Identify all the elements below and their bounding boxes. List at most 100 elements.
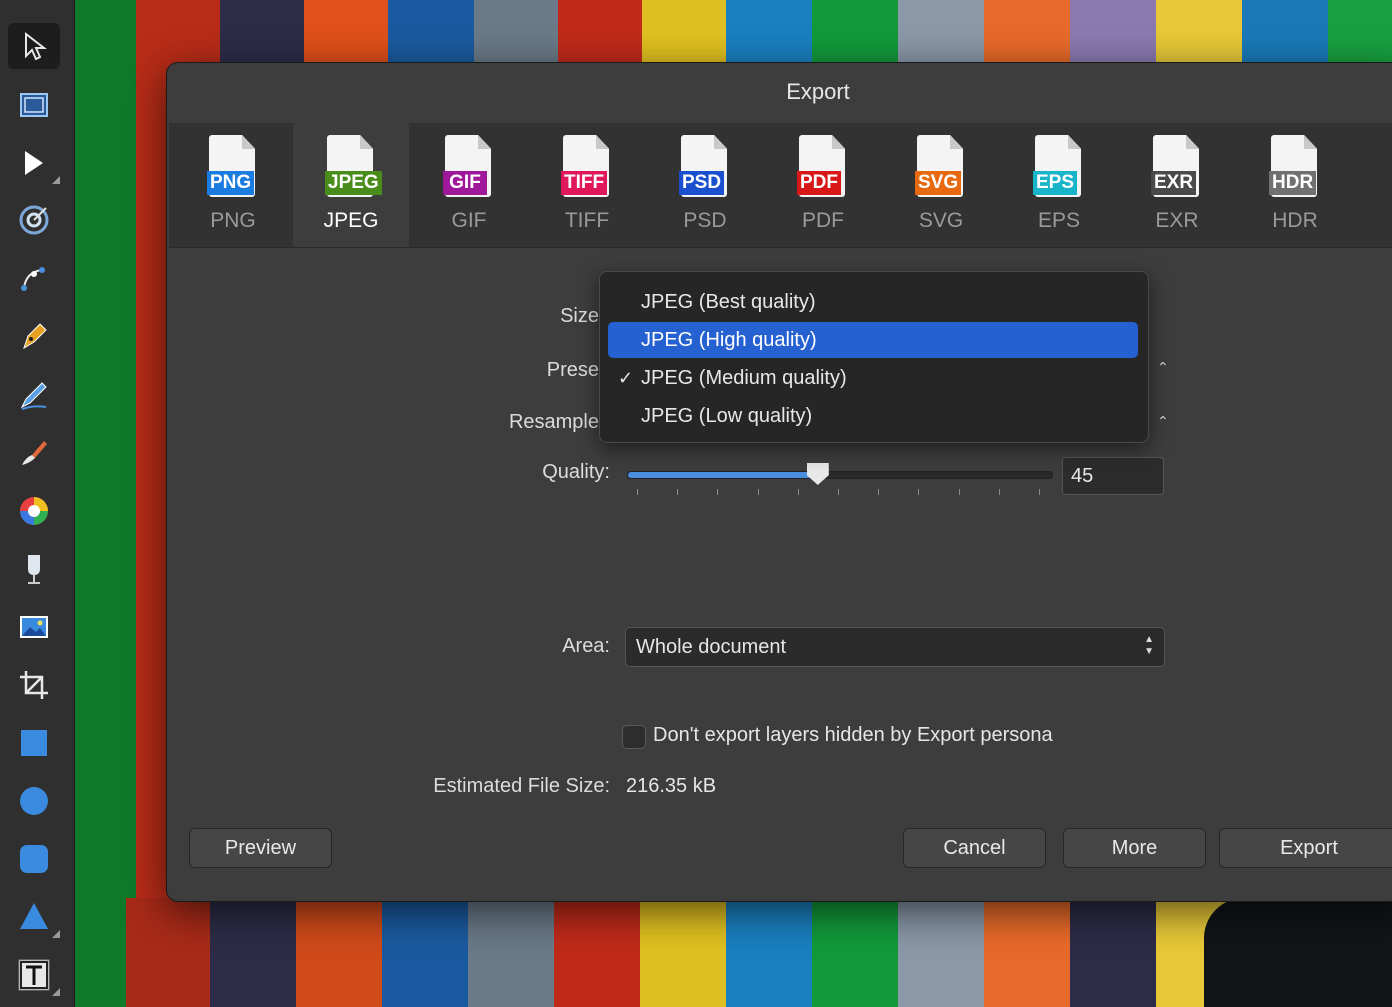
vector-brush-icon[interactable] <box>8 430 60 476</box>
more-button[interactable]: More <box>1063 828 1206 868</box>
tiff-file-icon: TIFF <box>561 135 613 201</box>
export-dialog: Export PNG PNG JPEG JPEG GIF GIF TIFF TIFF PSD PS… <box>166 62 1392 902</box>
format-tag: EXR <box>1151 171 1197 195</box>
slider-tick <box>998 489 1000 495</box>
node-tool-icon[interactable] <box>8 140 60 186</box>
crop-tool-icon[interactable] <box>8 662 60 708</box>
preset-menu-item[interactable]: ✓ JPEG (Medium quality) <box>608 360 1138 396</box>
format-tab-hdr[interactable]: HDR HDR <box>1237 123 1353 247</box>
hidden-layers-label[interactable]: Don't export layers hidden by Export per… <box>653 724 1053 747</box>
fill-tool-icon[interactable] <box>8 488 60 534</box>
format-label: EPS <box>1037 209 1081 232</box>
preset-popup-edge[interactable]: ⌃ <box>1157 359 1169 376</box>
format-tag: JPEG <box>325 171 382 195</box>
preset-menu-item-label: JPEG (Medium quality) <box>641 367 847 389</box>
preset-menu-item[interactable]: JPEG (Best quality) <box>608 284 1138 320</box>
filesize-value: 216.35 kB <box>626 775 717 797</box>
preset-menu-item-label: JPEG (Low quality) <box>641 405 813 427</box>
format-tag: GIF <box>443 171 487 195</box>
transparency-tool-icon[interactable] <box>8 546 60 592</box>
preset-menu-item-label: JPEG (High quality) <box>641 329 817 351</box>
format-tab-png[interactable]: PNG PNG <box>175 123 291 247</box>
format-tag: PSD <box>679 171 725 195</box>
slider-tick <box>838 489 839 495</box>
corner-tool-icon[interactable] <box>8 255 60 301</box>
format-label: PDF <box>802 209 844 232</box>
format-label: HDR <box>1272 209 1318 232</box>
format-tab-svg[interactable]: SVG SVG <box>883 123 999 247</box>
triangle-tool-icon[interactable] <box>8 894 60 940</box>
eps-file-icon: EPS <box>1033 135 1085 201</box>
pdf-file-icon: PDF <box>797 135 849 201</box>
quality-label: Quality: <box>542 461 610 483</box>
format-label: GIF <box>451 209 487 232</box>
area-label: Area: <box>562 635 610 657</box>
place-image-icon[interactable] <box>8 604 60 650</box>
tools-panel <box>0 0 75 1007</box>
format-label: JPEG <box>323 209 379 232</box>
format-tab-pdf[interactable]: PDF PDF <box>765 123 881 247</box>
checkmark-icon: ✓ <box>618 368 634 388</box>
slider-tick <box>878 489 880 495</box>
hidden-layers-checkbox[interactable] <box>622 725 646 749</box>
ellipse-tool-icon[interactable] <box>8 778 60 824</box>
pen-tool-icon[interactable] <box>8 313 60 359</box>
png-file-icon: PNG <box>207 135 259 201</box>
format-tab-eps[interactable]: EPS EPS <box>1001 123 1117 247</box>
slider-tick <box>958 489 960 495</box>
format-tab-exr[interactable]: EXR EXR <box>1119 123 1235 247</box>
cancel-button[interactable]: Cancel <box>903 828 1046 868</box>
photo-subject-shape <box>1204 898 1392 1007</box>
preset-menu-item[interactable]: JPEG (High quality) <box>608 322 1138 358</box>
export-button[interactable]: Export <box>1219 828 1392 868</box>
format-label: PSD <box>683 209 727 232</box>
format-tab-psd[interactable]: PSD PSD <box>647 123 763 247</box>
slider-tick <box>717 489 719 495</box>
format-tag: PNG <box>207 171 255 195</box>
move-tool-icon[interactable] <box>8 23 60 69</box>
format-tag: HDR <box>1269 171 1317 195</box>
slider-tick <box>757 489 759 495</box>
format-tag: TIFF <box>561 171 608 195</box>
exr-file-icon: EXR <box>1151 135 1203 201</box>
format-label: TIFF <box>564 209 610 232</box>
text-tool-icon[interactable] <box>8 952 60 998</box>
area-select-value: Whole document <box>636 636 787 658</box>
filesize-label: Estimated File Size: <box>433 775 610 797</box>
preset-menu-item-label: JPEG (Best quality) <box>641 291 816 313</box>
preview-button[interactable]: Preview <box>189 828 332 868</box>
preset-label: Prese <box>546 359 599 381</box>
slider-tick <box>677 489 679 495</box>
slider-tick <box>637 489 638 495</box>
format-tag: PDF <box>797 171 841 195</box>
pencil-tool-icon[interactable] <box>8 372 60 418</box>
dialog-title: Export <box>786 79 850 104</box>
slider-tick <box>797 489 799 495</box>
hdr-file-icon: HDR <box>1269 135 1321 201</box>
artboard-tool-icon[interactable] <box>8 82 60 128</box>
preset-menu-item[interactable]: JPEG (Low quality) <box>608 398 1138 434</box>
preset-dropdown-menu: JPEG (Best quality) JPEG (High quality) ✓ J… <box>599 271 1149 443</box>
format-tab-gif[interactable]: GIF GIF <box>411 123 527 247</box>
format-label: EXR <box>1155 209 1199 232</box>
slider-tick <box>1039 489 1040 495</box>
format-tab-tiff[interactable]: TIFF TIFF <box>529 123 645 247</box>
resample-label: Resample <box>508 411 599 433</box>
area-select[interactable]: Whole document ▲ ▼ <box>625 627 1165 667</box>
resample-popup-edge[interactable]: ⌃ <box>1157 413 1169 430</box>
context-tool-icon[interactable] <box>8 197 60 243</box>
updown-chevron-icon: ▲ ▼ <box>1144 634 1154 657</box>
size-label: Size <box>560 305 599 327</box>
jpeg-file-icon: JPEG <box>325 135 382 201</box>
rounded-rectangle-icon[interactable] <box>8 836 60 882</box>
quality-slider-thumb[interactable] <box>806 463 829 485</box>
rectangle-tool-icon[interactable] <box>8 720 60 766</box>
gif-file-icon: GIF <box>443 135 495 201</box>
quality-value-field[interactable]: 45 <box>1062 457 1164 495</box>
format-tag: EPS <box>1033 171 1078 195</box>
format-label: SVG <box>918 209 964 232</box>
format-tab-jpeg[interactable]: JPEG JPEG <box>293 123 409 247</box>
quality-slider[interactable] <box>627 471 1053 479</box>
quality-slider-fill <box>628 472 819 478</box>
psd-file-icon: PSD <box>679 135 731 201</box>
